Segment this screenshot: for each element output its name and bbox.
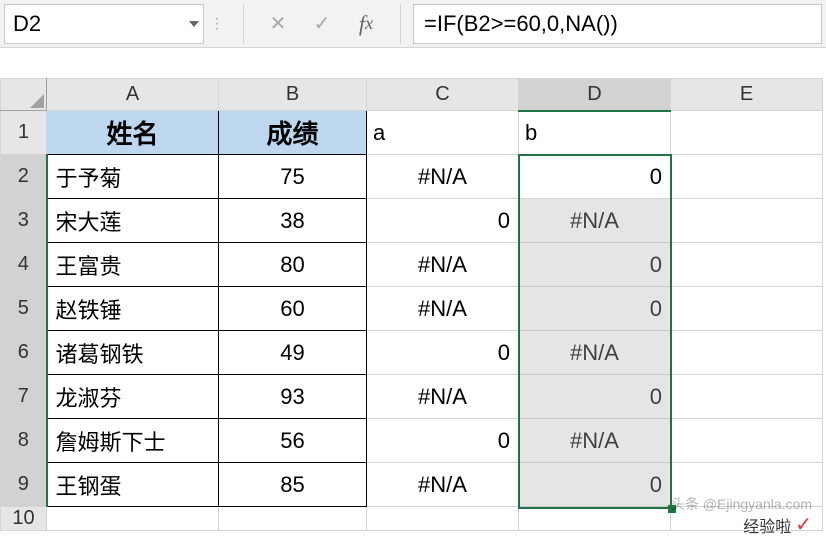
cell-B1[interactable]: 成绩	[219, 111, 367, 155]
col-header-E[interactable]: E	[671, 79, 823, 111]
row-header-3[interactable]: 3	[1, 199, 47, 243]
row-header-6[interactable]: 6	[1, 331, 47, 375]
row-header-1[interactable]: 1	[1, 111, 47, 155]
row-header-8[interactable]: 8	[1, 419, 47, 463]
cell-A5[interactable]: 赵铁锤	[47, 287, 219, 331]
spreadsheet-grid: A B C D E 1 姓名 成绩 a b 2 于予菊 75 #N/A 0 3 …	[0, 78, 826, 531]
watermark: 经验啦 ✓	[743, 512, 812, 537]
check-icon: ✓	[795, 512, 812, 537]
cell-D9[interactable]: 0	[519, 463, 671, 507]
enter-icon[interactable]: ✓	[308, 10, 336, 38]
cell-C9[interactable]: #N/A	[367, 463, 519, 507]
cell-A6[interactable]: 诸葛钢铁	[47, 331, 219, 375]
cell-D2[interactable]: 0	[519, 155, 671, 199]
cell-B6[interactable]: 49	[219, 331, 367, 375]
cell-C3[interactable]: 0	[367, 199, 519, 243]
formula-text: =IF(B2>=60,0,NA())	[424, 11, 618, 37]
cell-E8[interactable]	[671, 419, 823, 463]
cell-A1[interactable]: 姓名	[47, 111, 219, 155]
col-header-C[interactable]: C	[367, 79, 519, 111]
divider	[400, 4, 401, 44]
cell-E5[interactable]	[671, 287, 823, 331]
cell-D6[interactable]: #N/A	[519, 331, 671, 375]
cell-E2[interactable]	[671, 155, 823, 199]
formula-input[interactable]: =IF(B2>=60,0,NA())	[413, 4, 822, 44]
watermark-source: 头条 @Ejingyanla.com	[671, 494, 812, 514]
cell-B4[interactable]: 80	[219, 243, 367, 287]
cell-A10[interactable]	[47, 507, 219, 531]
cell-A8[interactable]: 詹姆斯下士	[47, 419, 219, 463]
cell-A7[interactable]: 龙淑芬	[47, 375, 219, 419]
dropdown-icon[interactable]	[189, 21, 199, 27]
cell-B2[interactable]: 75	[219, 155, 367, 199]
col-header-A[interactable]: A	[47, 79, 219, 111]
divider	[243, 4, 244, 44]
cell-E3[interactable]	[671, 199, 823, 243]
cell-C10[interactable]	[367, 507, 519, 531]
cell-D5[interactable]: 0	[519, 287, 671, 331]
cell-D3[interactable]: #N/A	[519, 199, 671, 243]
cell-A3[interactable]: 宋大莲	[47, 199, 219, 243]
row-header-5[interactable]: 5	[1, 287, 47, 331]
formula-bar: D2 ⋮ ✕ ✓ fx =IF(B2>=60,0,NA())	[0, 0, 826, 48]
cell-B10[interactable]	[219, 507, 367, 531]
cell-B3[interactable]: 38	[219, 199, 367, 243]
row-header-4[interactable]: 4	[1, 243, 47, 287]
cell-E4[interactable]	[671, 243, 823, 287]
name-box[interactable]: D2	[4, 4, 204, 44]
cell-A4[interactable]: 王富贵	[47, 243, 219, 287]
col-header-D[interactable]: D	[519, 79, 671, 111]
cell-B5[interactable]: 60	[219, 287, 367, 331]
cell-C4[interactable]: #N/A	[367, 243, 519, 287]
cell-C8[interactable]: 0	[367, 419, 519, 463]
cell-B7[interactable]: 93	[219, 375, 367, 419]
cell-D8[interactable]: #N/A	[519, 419, 671, 463]
cell-B8[interactable]: 56	[219, 419, 367, 463]
row-header-7[interactable]: 7	[1, 375, 47, 419]
select-all-corner[interactable]	[1, 79, 47, 111]
cell-D7[interactable]: 0	[519, 375, 671, 419]
cell-C7[interactable]: #N/A	[367, 375, 519, 419]
cell-C5[interactable]: #N/A	[367, 287, 519, 331]
cell-D4[interactable]: 0	[519, 243, 671, 287]
row-header-9[interactable]: 9	[1, 463, 47, 507]
cell-C2[interactable]: #N/A	[367, 155, 519, 199]
cell-A2[interactable]: 于予菊	[47, 155, 219, 199]
divider-dots: ⋮	[210, 15, 225, 32]
watermark-text: 经验啦	[743, 513, 791, 537]
cell-E6[interactable]	[671, 331, 823, 375]
cell-D10[interactable]	[519, 507, 671, 531]
name-box-value: D2	[13, 11, 41, 37]
cancel-icon[interactable]: ✕	[264, 10, 292, 38]
cell-C1[interactable]: a	[367, 111, 519, 155]
cell-A9[interactable]: 王钢蛋	[47, 463, 219, 507]
cell-C6[interactable]: 0	[367, 331, 519, 375]
cell-E1[interactable]	[671, 111, 823, 155]
row-header-2[interactable]: 2	[1, 155, 47, 199]
fx-icon[interactable]: fx	[352, 10, 380, 38]
row-header-10[interactable]: 10	[1, 507, 47, 531]
cell-B9[interactable]: 85	[219, 463, 367, 507]
cell-E7[interactable]	[671, 375, 823, 419]
col-header-B[interactable]: B	[219, 79, 367, 111]
cell-D1[interactable]: b	[519, 111, 671, 155]
